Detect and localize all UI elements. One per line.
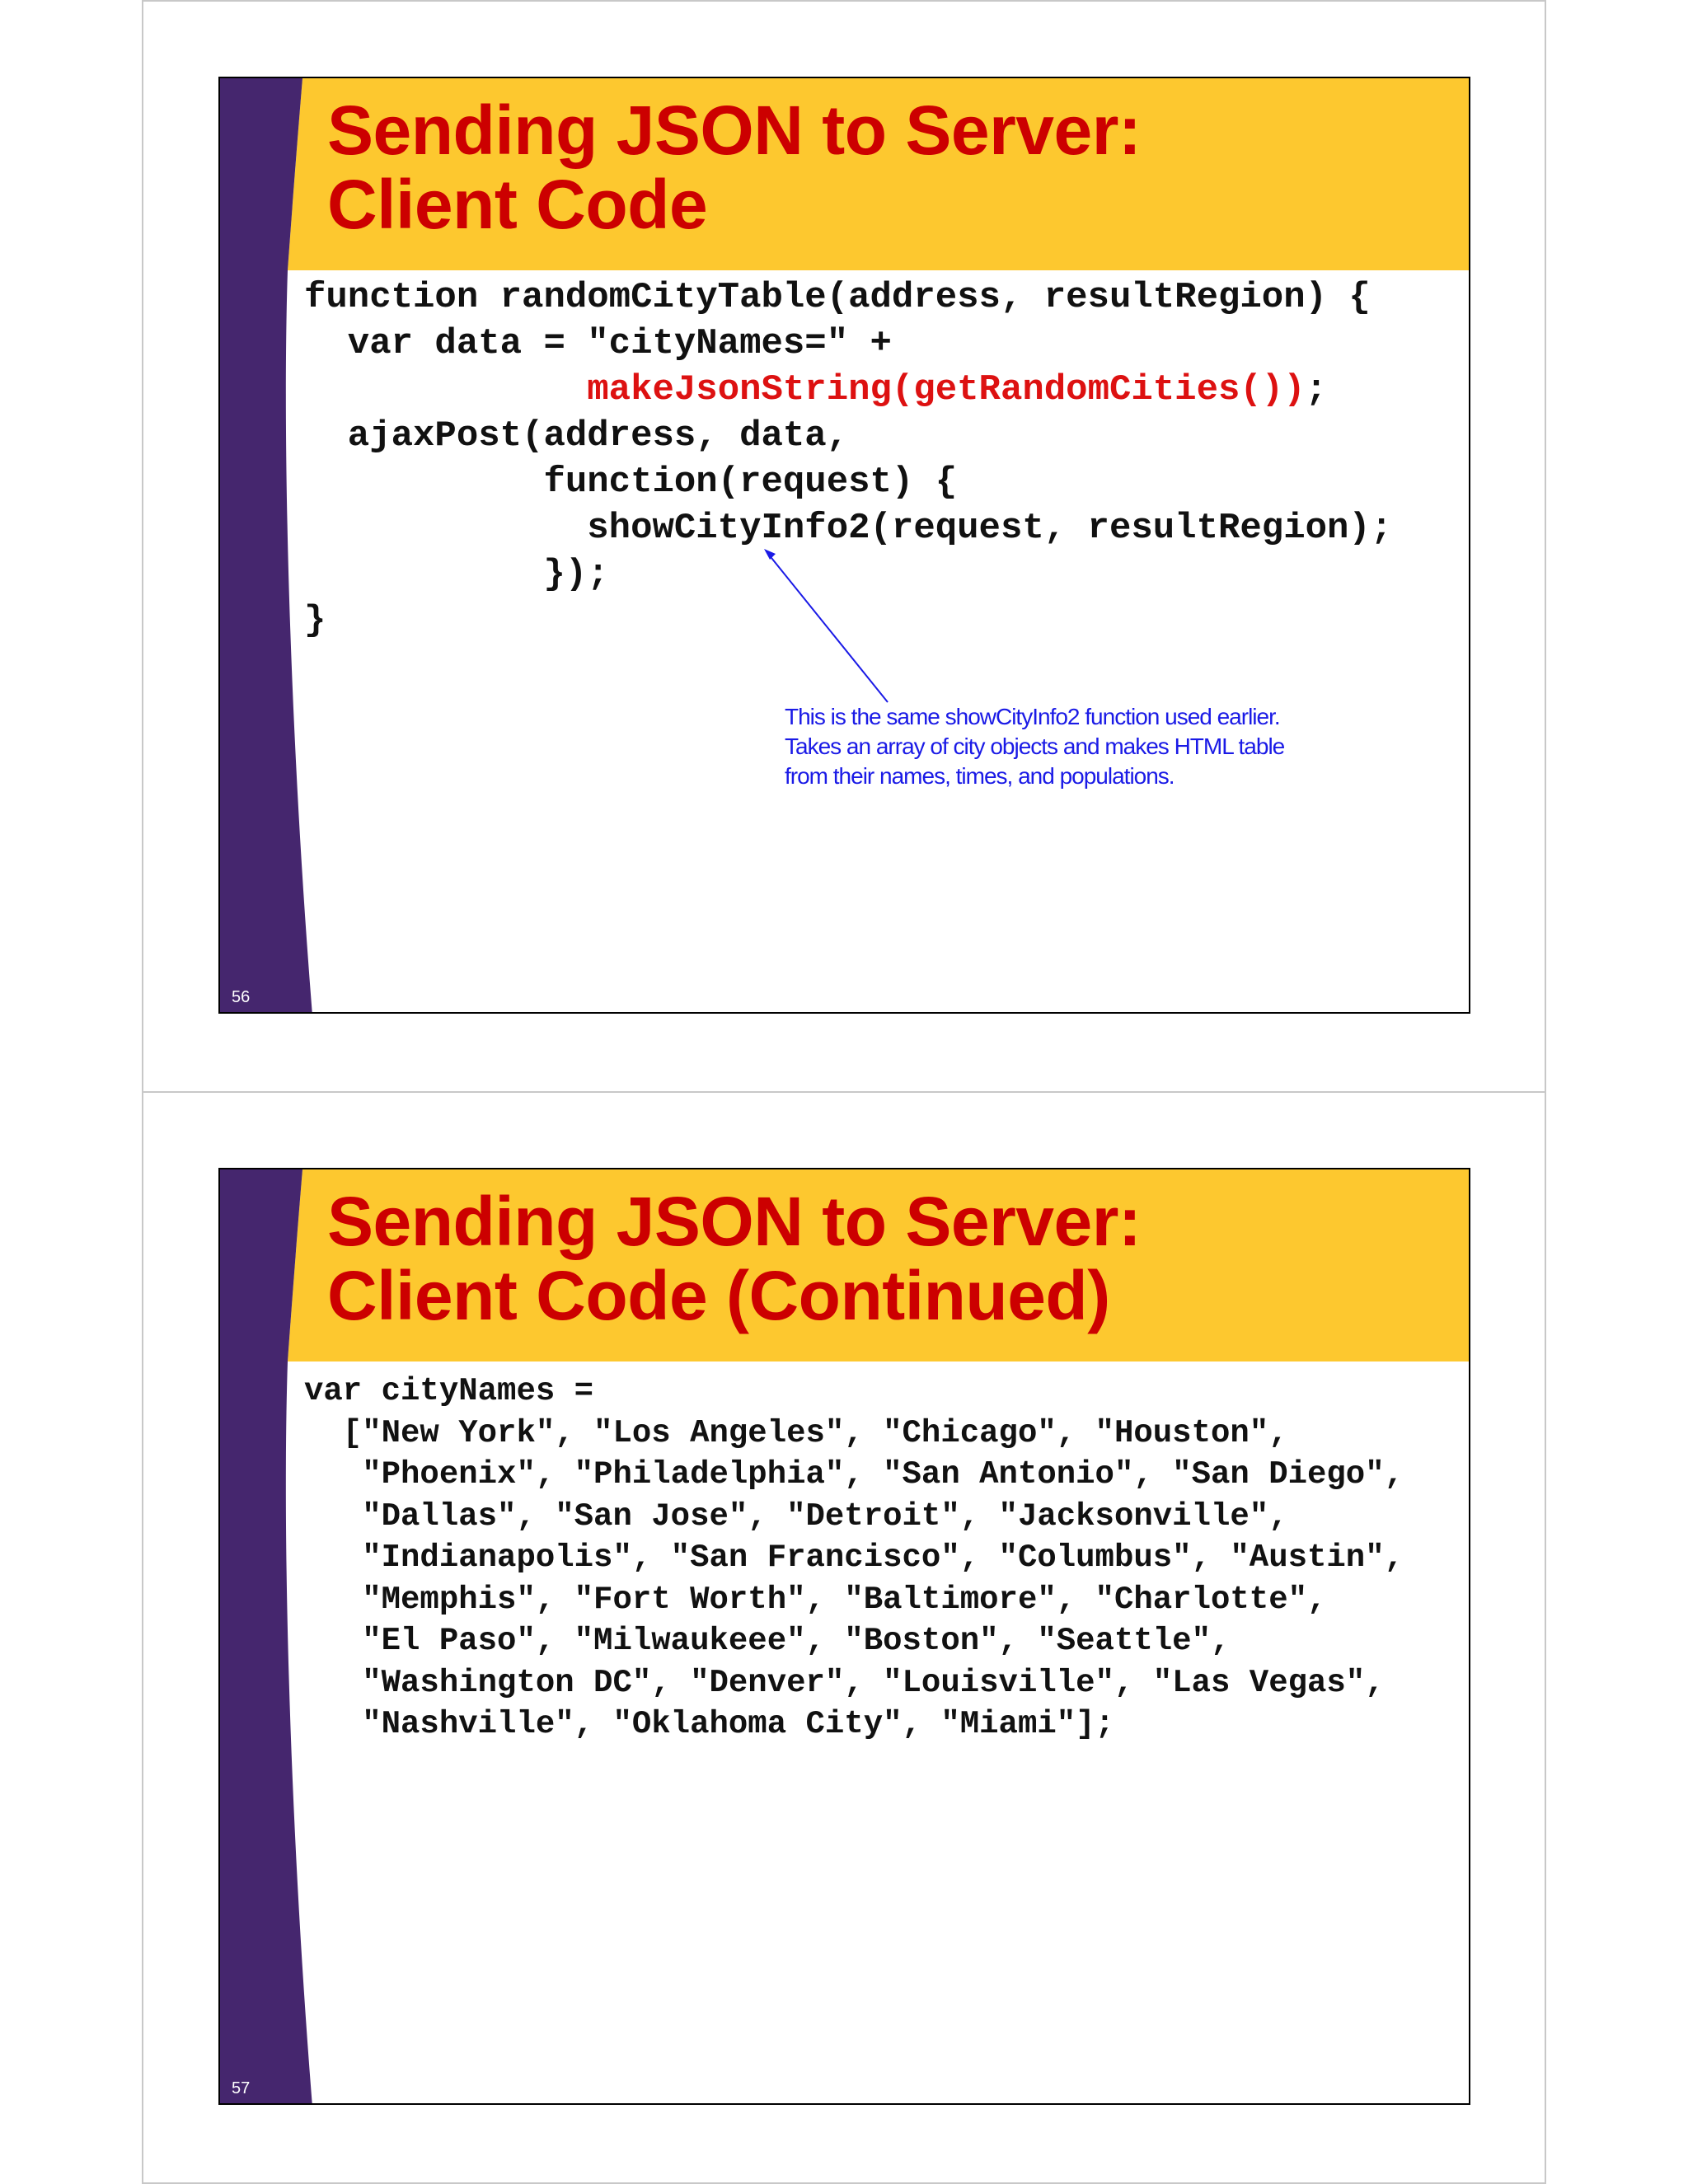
- callout-line-1: This is the same showCityInfo2 function …: [785, 704, 1281, 729]
- callout-line-3: from their names, times, and populations…: [785, 763, 1175, 789]
- code-line: ["New York", "Los Angeles", "Chicago", "…: [304, 1413, 1404, 1455]
- code-segment: "Phoenix", "Philadelphia", "San Antonio"…: [304, 1456, 1404, 1493]
- callout-line-2: Takes an array of city objects and makes…: [785, 733, 1285, 759]
- slide-title: Sending JSON to Server: Client Code (Con…: [327, 1183, 1142, 1334]
- callout-note: This is the same showCityInfo2 function …: [785, 702, 1285, 791]
- code-line: "El Paso", "Milwaukeee", "Boston", "Seat…: [304, 1620, 1404, 1662]
- slide-number: 56: [232, 988, 251, 1006]
- code-block: var cityNames = ["New York", "Los Angele…: [304, 1371, 1404, 1746]
- slide-56: Sending JSON to Server: Client Code func…: [218, 77, 1470, 1014]
- code-segment: "Indianapolis", "San Francisco", "Columb…: [304, 1540, 1404, 1576]
- callout-arrow: [764, 549, 889, 703]
- code-line: "Phoenix", "Philadelphia", "San Antonio"…: [304, 1454, 1404, 1496]
- code-line: var cityNames =: [304, 1371, 1404, 1413]
- slide-57: Sending JSON to Server: Client Code (Con…: [218, 1168, 1470, 2105]
- code-segment: "Nashville", "Oklahoma City", "Miami"];: [304, 1706, 1114, 1742]
- code-segment: ["New York", "Los Angeles", "Chicago", "…: [304, 1414, 1288, 1451]
- code-line: "Washington DC", "Denver", "Louisville",…: [304, 1662, 1404, 1704]
- code-segment: var cityNames =: [304, 1373, 594, 1409]
- code-line: "Dallas", "San Jose", "Detroit", "Jackso…: [304, 1496, 1404, 1538]
- slide-title-line-2: Client Code (Continued): [327, 1257, 1110, 1334]
- code-line: "Memphis", "Fort Worth", "Baltimore", "C…: [304, 1579, 1404, 1621]
- code-segment: "Dallas", "San Jose", "Detroit", "Jackso…: [304, 1497, 1288, 1535]
- code-segment: "El Paso", "Milwaukeee", "Boston", "Seat…: [304, 1623, 1231, 1659]
- slide-number: 57: [232, 2079, 251, 2097]
- slide-title-line-1: Sending JSON to Server:: [327, 1183, 1142, 1260]
- code-line: "Indianapolis", "San Francisco", "Columb…: [304, 1537, 1404, 1579]
- code-line: "Nashville", "Oklahoma City", "Miami"];: [304, 1704, 1404, 1746]
- code-segment: "Memphis", "Fort Worth", "Baltimore", "C…: [304, 1581, 1327, 1618]
- code-segment: "Washington DC", "Denver", "Louisville",…: [304, 1664, 1385, 1701]
